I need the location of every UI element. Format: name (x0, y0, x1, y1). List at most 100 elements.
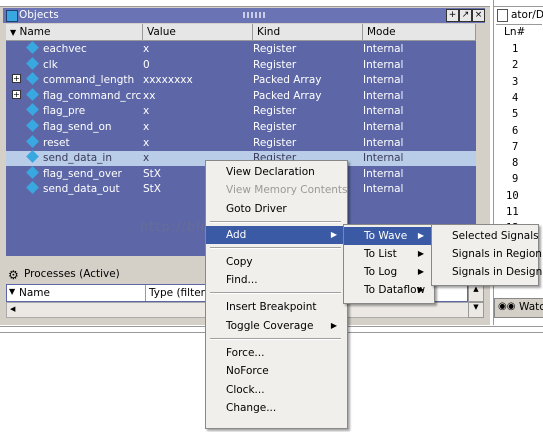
column-header-name[interactable]: ▼ Name (6, 24, 143, 40)
menu-item-to-list[interactable]: To List ▶ (344, 245, 432, 263)
menu-item-insert-breakpoint[interactable]: Insert Breakpoint (206, 298, 345, 316)
line-number: 7 (512, 140, 519, 153)
signal-icon (26, 119, 39, 132)
signal-icon (26, 41, 39, 54)
cell-kind: Register (253, 43, 297, 55)
table-row[interactable]: + flag_command_crc xx Packed Array Internal (6, 87, 476, 104)
line-number: 6 (512, 124, 519, 137)
scroll-left-icon[interactable]: ◀ (10, 305, 15, 313)
line-number: 3 (512, 75, 519, 88)
file-icon (497, 9, 508, 22)
cell-kind: Register (253, 105, 297, 118)
menu-item-add[interactable]: Add ▶ (206, 226, 345, 244)
menu-item-copy[interactable]: Copy (206, 253, 345, 271)
cell-mode: Internal (363, 167, 404, 180)
cell-name: send_data_in (43, 152, 112, 165)
line-number: 2 (512, 59, 519, 72)
cell-kind: Register (253, 58, 297, 71)
cell-value: x (143, 136, 150, 149)
table-row[interactable]: flag_pre x Register Internal (6, 103, 476, 119)
submenu-arrow-icon: ▶ (417, 285, 424, 294)
column-kind-label: Kind (257, 26, 281, 38)
column-divider (145, 285, 146, 301)
cell-kind: Register (253, 136, 297, 149)
objects-title-bar[interactable]: Objects + ↗ × (3, 8, 485, 23)
column-header-mode[interactable]: Mode (363, 24, 476, 40)
processes-title: Processes (Active) (24, 268, 120, 280)
expand-icon[interactable]: + (12, 89, 21, 99)
column-header-name[interactable]: Name (19, 287, 50, 299)
top-strip (0, 0, 490, 7)
menu-item-signals-in-design[interactable]: Signals in Design (432, 263, 542, 281)
scroll-up-button[interactable]: ▲ (468, 284, 484, 302)
drag-grip-icon[interactable] (243, 12, 267, 18)
objects-window-icon (6, 10, 18, 22)
menu-item-to-log[interactable]: To Log ▶ (344, 263, 432, 281)
divider (496, 24, 542, 25)
line-number: 9 (512, 173, 519, 186)
cell-value: x (143, 121, 150, 133)
menu-item-signals-in-region[interactable]: Signals in Region (432, 245, 542, 263)
undock-icon[interactable]: ↗ (459, 9, 472, 22)
menu-item-clock[interactable]: Clock... (206, 381, 345, 399)
context-menu: View Declaration View Memory Contents Go… (205, 160, 348, 429)
submenu-arrow-icon: ▶ (417, 267, 424, 276)
cell-mode: Internal (363, 58, 404, 71)
close-icon[interactable]: × (472, 9, 485, 22)
column-name-label: Name (19, 26, 51, 38)
cell-value: StX (143, 167, 161, 180)
objects-title: Objects (19, 9, 59, 21)
table-row[interactable]: flag_send_on x Register Internal (6, 119, 476, 135)
line-number: 1 (512, 43, 519, 55)
menu-separator (210, 221, 341, 223)
cell-value: xxxxxxxx (143, 74, 193, 87)
signal-icon (26, 150, 39, 164)
cell-kind: Register (253, 121, 297, 133)
menu-item-change[interactable]: Change... (206, 399, 345, 417)
column-header-kind[interactable]: Kind (253, 24, 363, 40)
cell-value: x (143, 105, 150, 118)
menu-item-goto-driver[interactable]: Goto Driver (206, 200, 345, 218)
cell-name: eachvec (43, 43, 87, 55)
line-number: 10 (506, 189, 519, 202)
signal-icon (26, 87, 39, 101)
table-row[interactable]: + command_length xxxxxxxx Packed Array Inter… (6, 72, 476, 88)
menu-item-force[interactable]: Force... (206, 344, 345, 362)
menu-item-noforce[interactable]: NoForce (206, 362, 345, 380)
menu-item-toggle-coverage[interactable]: Toggle Coverage ▶ (206, 317, 345, 335)
menu-item-selected-signals[interactable]: Selected Signals (432, 227, 539, 245)
cell-mode: Internal (363, 74, 404, 87)
menu-item-to-wave[interactable]: To Wave ▶ (344, 227, 432, 245)
column-header-value[interactable]: Value (143, 24, 253, 40)
watch-tab-label: Watc (519, 301, 543, 313)
cell-value: StX (143, 183, 161, 196)
menu-item-to-list-label: To List (364, 248, 397, 260)
submenu-arrow-icon: ▶ (330, 230, 337, 239)
cell-mode: Internal (363, 136, 404, 149)
table-row[interactable]: reset x Register Internal (6, 134, 476, 151)
line-number: 5 (512, 108, 519, 121)
source-tab-title[interactable]: ator/D (511, 9, 543, 21)
column-value-label: Value (147, 26, 176, 38)
signal-icon (26, 72, 39, 86)
watch-tab[interactable]: ◉◉ Watc (494, 298, 543, 318)
expand-icon[interactable]: + (12, 74, 21, 84)
scroll-down-button[interactable]: ▼ (468, 302, 484, 318)
cell-name: flag_command_crc (43, 89, 142, 102)
cell-name: reset (43, 136, 70, 149)
menu-item-to-dataflow[interactable]: To Dataflow ▶ (344, 281, 432, 299)
cell-mode: Internal (363, 89, 404, 102)
line-number-header: Ln# (504, 26, 526, 38)
menu-item-view-memory-contents: View Memory Contents (226, 184, 348, 196)
table-row[interactable]: clk 0 Register Internal (6, 56, 476, 73)
menu-item-to-wave-label: To Wave (364, 230, 408, 242)
signal-icon (26, 134, 39, 148)
table-row[interactable]: eachvec x Register Internal (6, 41, 476, 57)
sort-arrow-icon: ▼ (10, 28, 17, 37)
cell-mode: Internal (363, 183, 404, 196)
cell-value: xx (143, 89, 156, 102)
add-pane-icon[interactable]: + (446, 9, 459, 22)
cell-mode: Internal (363, 105, 404, 118)
menu-item-find[interactable]: Find... (206, 271, 345, 289)
menu-item-view-declaration[interactable]: View Declaration (206, 163, 345, 181)
